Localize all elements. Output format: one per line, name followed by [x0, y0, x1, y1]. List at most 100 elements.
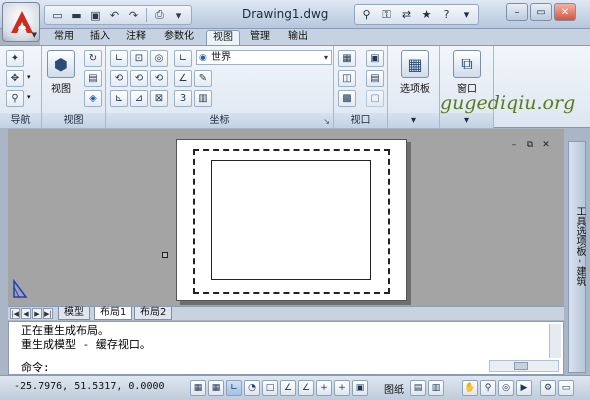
pan-icon[interactable]: ✋	[462, 380, 478, 396]
tab-annotate[interactable]: 注释	[120, 30, 152, 45]
quick-properties-icon[interactable]: ▣	[352, 380, 368, 396]
first-tab-icon[interactable]: |◀	[10, 308, 20, 319]
tab-parametric[interactable]: 参数化	[158, 30, 200, 45]
grid-icon[interactable]: ▦	[208, 380, 224, 396]
viewport-grip[interactable]	[162, 252, 168, 258]
lock-icon[interactable]: ▭	[558, 380, 574, 396]
quick-view-layouts-icon[interactable]: ▤	[410, 380, 426, 396]
chevron-down-icon[interactable]: ▾	[27, 73, 31, 81]
close-button[interactable]: ✕	[554, 3, 576, 21]
ducs-icon[interactable]: ∠	[298, 380, 314, 396]
tab-model[interactable]: 模型	[58, 307, 90, 320]
orbit-icon[interactable]: ↻	[84, 50, 102, 67]
workspace-icon[interactable]: ⚙	[540, 380, 556, 396]
tool-palette-handle[interactable]: 工具选项板 - 建筑	[568, 141, 586, 373]
key-icon[interactable]: ⚿	[378, 7, 395, 23]
chevron-down-icon: ▾	[323, 53, 328, 62]
dyn-icon[interactable]: +	[316, 380, 332, 396]
viewport-restore-icon[interactable]: ▢	[366, 90, 384, 107]
viewport-clip-icon[interactable]: ◫	[338, 70, 356, 87]
panel-launcher-icon[interactable]: ↘	[323, 117, 330, 126]
tab-output[interactable]: 输出	[282, 30, 314, 45]
scrollbar-thumb[interactable]	[514, 362, 528, 370]
application-menu-button[interactable]: ▼	[2, 2, 40, 42]
zoom-icon[interactable]: ⚲	[480, 380, 496, 396]
drawing-area[interactable]: – ⧉ ✕	[8, 129, 564, 307]
ucs-world-icon[interactable]: ∟	[174, 50, 192, 67]
undo-icon[interactable]: ↶	[106, 7, 123, 23]
osnap-icon[interactable]: □	[262, 380, 278, 396]
pan-icon[interactable]: ✥	[6, 70, 24, 87]
palettes-button[interactable]: ▦ 选项板	[396, 50, 434, 95]
exchange-icon[interactable]: ⇄	[398, 7, 415, 23]
ucs-view-icon[interactable]: ◎	[150, 50, 168, 67]
tab-insert[interactable]: 插入	[84, 30, 116, 45]
steeringwheel-icon[interactable]: ◎	[498, 380, 514, 396]
ucs-face-icon[interactable]: ✎	[194, 70, 212, 87]
ucs-3point-icon[interactable]: ⊾	[110, 90, 128, 107]
maximize-button[interactable]: ▭	[530, 3, 552, 21]
snap-icon[interactable]: ▦	[190, 380, 206, 396]
help-icon[interactable]: ?	[438, 7, 455, 23]
otrack-icon[interactable]: ∠	[280, 380, 296, 396]
ucs-y-icon[interactable]: ⟲	[130, 70, 148, 87]
view-button[interactable]: ⬢ 视图	[46, 50, 76, 95]
tool-palette-strip[interactable]: 工具选项板 - 建筑	[564, 129, 590, 374]
open-icon[interactable]: ▬	[68, 7, 85, 23]
ucs-dropdown[interactable]: ◉ 世界 ▾	[196, 50, 332, 65]
polar-icon[interactable]: ◔	[244, 380, 260, 396]
restore-icon[interactable]: ⧉	[524, 140, 536, 150]
chevron-down-icon[interactable]: ▾	[170, 7, 187, 23]
viewport-new-icon[interactable]: ▩	[338, 90, 356, 107]
redo-icon[interactable]: ↷	[125, 7, 142, 23]
paper-space-toggle[interactable]: 图纸	[384, 381, 404, 396]
lineweight-icon[interactable]: +	[334, 380, 350, 396]
binoculars-icon[interactable]: ⚲	[358, 7, 375, 23]
star-icon[interactable]: ★	[418, 7, 435, 23]
ucs-zaxis-icon[interactable]: 3	[174, 90, 192, 107]
close-icon[interactable]: ✕	[540, 140, 552, 150]
panel-title-palettes[interactable]: ▾	[388, 113, 439, 128]
chevron-down-icon[interactable]: ▾	[27, 93, 31, 101]
print-icon[interactable]: ⎙	[151, 7, 168, 23]
command-scrollbar[interactable]	[549, 324, 561, 358]
viewport-named-icon[interactable]: ▣	[366, 50, 384, 67]
minimize-button[interactable]: –	[506, 3, 528, 21]
viewport-config-icon[interactable]: ▦	[338, 50, 356, 67]
next-tab-icon[interactable]: ▶	[32, 308, 42, 319]
tab-manage[interactable]: 管理	[244, 30, 276, 45]
ucs-named-icon[interactable]: ⊠	[150, 90, 168, 107]
panel-window: ⧉ 窗口 ▾	[440, 46, 494, 128]
ucs-z-icon[interactable]: ⟲	[150, 70, 168, 87]
tab-view[interactable]: 视图	[206, 30, 240, 45]
prev-tab-icon[interactable]: ◀	[21, 308, 31, 319]
ucs-previous-icon[interactable]: ⊿	[130, 90, 148, 107]
steeringwheel-icon[interactable]: ✦	[6, 50, 24, 67]
layout-viewport[interactable]	[211, 160, 371, 280]
ucs-origin-icon[interactable]: ⊡	[130, 50, 148, 67]
tool-palette-label: 工具选项板 - 建筑	[574, 206, 585, 286]
zoom-icon[interactable]: ⚲	[6, 90, 24, 107]
tab-layout2[interactable]: 布局2	[134, 307, 173, 320]
chevron-down-icon[interactable]: ▾	[458, 7, 475, 23]
command-prompt[interactable]: 命令:	[21, 359, 50, 375]
window-button[interactable]: ⧉ 窗口	[450, 50, 484, 95]
minimize-icon[interactable]: –	[508, 140, 520, 150]
viewport-join-icon[interactable]: ▤	[366, 70, 384, 87]
last-tab-icon[interactable]: ▶|	[43, 308, 53, 319]
quick-view-drawings-icon[interactable]: ▥	[428, 380, 444, 396]
new-icon[interactable]: ▭	[49, 7, 66, 23]
named-views-icon[interactable]: ▤	[84, 70, 102, 87]
ucs-object-icon[interactable]: ∠	[174, 70, 192, 87]
visual-style-icon[interactable]: ◈	[84, 90, 102, 107]
ucs-icon[interactable]: ∟	[110, 50, 128, 67]
ucs-settings-icon[interactable]: ▥	[194, 90, 212, 107]
tab-home[interactable]: 常用	[48, 30, 80, 45]
save-icon[interactable]: ▣	[87, 7, 104, 23]
panel-title-window[interactable]: ▾	[440, 113, 493, 128]
ortho-icon[interactable]: ∟	[226, 380, 242, 396]
tab-layout1[interactable]: 布局1	[94, 307, 133, 320]
showmotion-icon[interactable]: ▶	[516, 380, 532, 396]
ucs-x-icon[interactable]: ⟲	[110, 70, 128, 87]
horizontal-scrollbar[interactable]	[489, 360, 559, 372]
